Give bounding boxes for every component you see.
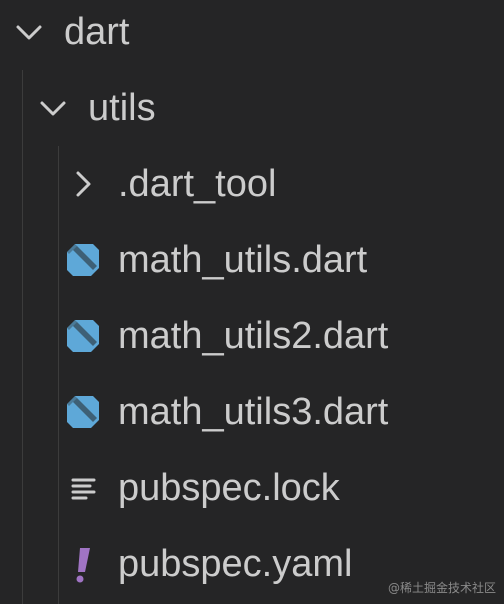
dart-file-icon (60, 313, 106, 359)
tree-item-label: pubspec.lock (118, 467, 340, 509)
dart-file-icon (60, 237, 106, 283)
tree-item-label: pubspec.yaml (118, 543, 353, 585)
tree-item-math-utils2[interactable]: math_utils2.dart (0, 298, 504, 374)
chevron-right-icon (60, 161, 106, 207)
lines-file-icon (60, 465, 106, 511)
tree-item-utils[interactable]: utils (0, 70, 504, 146)
tree-item-label: dart (64, 11, 130, 53)
tree-item-label: math_utils3.dart (118, 391, 389, 433)
tree-item-math-utils[interactable]: math_utils.dart (0, 222, 504, 298)
tree-item-label: utils (88, 87, 156, 129)
file-explorer-tree: dart utils .dart_tool math_utils.dart ma… (0, 0, 504, 604)
tree-item-math-utils3[interactable]: math_utils3.dart (0, 374, 504, 450)
watermark: @稀土掘金技术社区 (387, 581, 496, 595)
tree-item-label: math_utils2.dart (118, 315, 389, 357)
dart-file-icon (60, 389, 106, 435)
tree-item-label: math_utils.dart (118, 239, 368, 281)
tree-item-label: .dart_tool (118, 163, 277, 205)
chevron-down-icon (30, 85, 76, 131)
tree-item-dart[interactable]: dart (0, 0, 504, 70)
tree-item-pubspec-lock[interactable]: pubspec.lock (0, 450, 504, 526)
tree-item-dart-tool[interactable]: .dart_tool (0, 146, 504, 222)
chevron-down-icon (6, 9, 52, 55)
yaml-file-icon (60, 541, 106, 587)
